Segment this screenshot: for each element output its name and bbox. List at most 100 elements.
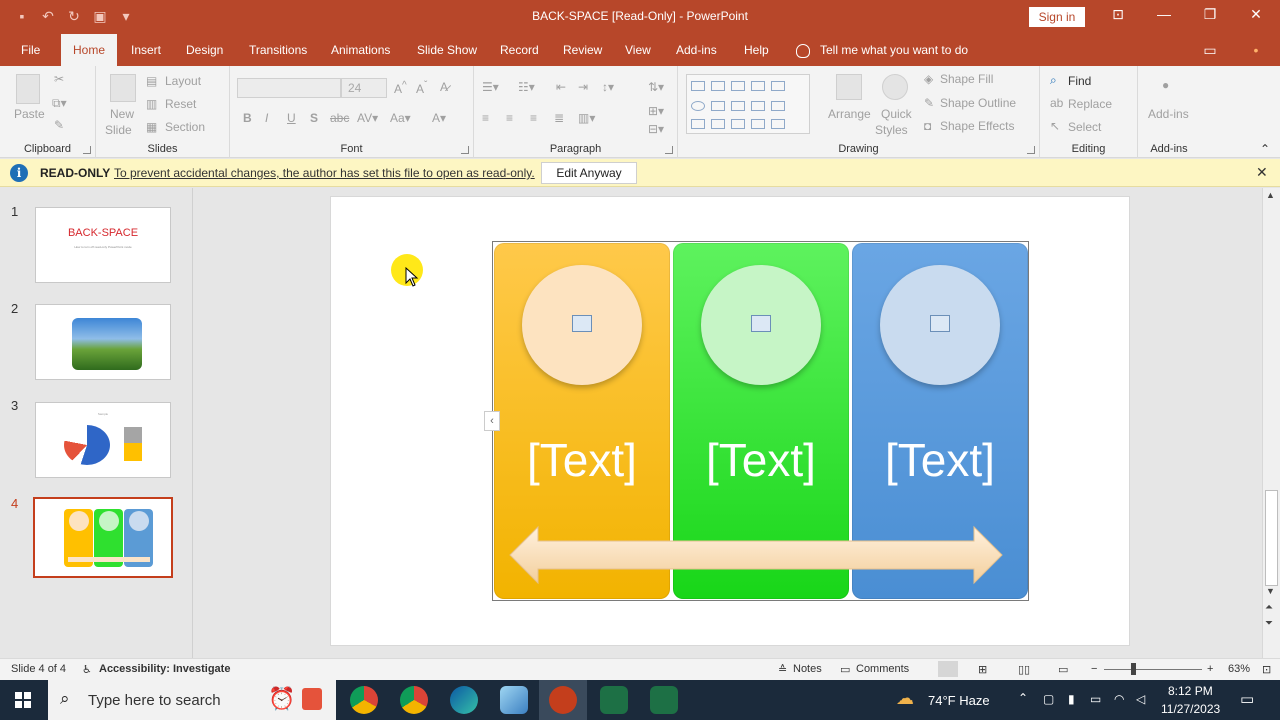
quick-styles-label[interactable]: Quick: [881, 107, 912, 121]
zoom-level[interactable]: 63%: [1228, 663, 1250, 675]
decrease-font-icon[interactable]: Aˇ: [416, 80, 427, 96]
microphone-icon[interactable]: ▮: [1068, 692, 1075, 706]
slide-sorter-icon[interactable]: ⊞: [978, 663, 987, 676]
slide-thumbnail-3[interactable]: Sample: [35, 402, 171, 478]
shape-line2-icon[interactable]: [751, 81, 765, 91]
section-icon[interactable]: ▦: [146, 120, 157, 134]
quick-styles-label-2[interactable]: Styles: [875, 123, 908, 137]
columns-icon[interactable]: ▥▾: [578, 111, 595, 125]
new-slide-icon[interactable]: [110, 74, 136, 102]
tab-add-ins[interactable]: Add-ins: [676, 34, 717, 66]
shape-freeform-icon[interactable]: [711, 119, 725, 129]
tab-animations[interactable]: Animations: [331, 34, 390, 66]
quick-styles-icon[interactable]: [882, 74, 908, 100]
find-icon[interactable]: ⌕: [1050, 73, 1057, 88]
wifi-icon[interactable]: ◠: [1114, 692, 1124, 706]
text-pane-toggle-icon[interactable]: ‹: [484, 411, 500, 431]
show-hidden-icons-icon[interactable]: ⌃: [1018, 691, 1028, 705]
align-center-icon[interactable]: ≡: [506, 111, 513, 125]
tab-file[interactable]: File: [21, 34, 40, 66]
add-ins-button[interactable]: Add-ins: [1148, 107, 1189, 121]
restore-icon[interactable]: ❐: [1198, 6, 1222, 23]
shape-outline-icon[interactable]: ✎: [924, 96, 934, 110]
comments-button[interactable]: Comments: [856, 663, 909, 675]
shape-rounded-rect-icon[interactable]: [711, 101, 725, 111]
tab-review[interactable]: Review: [563, 34, 602, 66]
edit-anyway-button[interactable]: Edit Anyway: [541, 162, 637, 184]
drawing-launcher-icon[interactable]: [1027, 146, 1035, 154]
scroll-down-icon[interactable]: ▼: [1266, 586, 1275, 596]
clipboard-launcher-icon[interactable]: [83, 146, 91, 154]
picture-placeholder-circle[interactable]: [522, 265, 642, 385]
column-text-2[interactable]: [Text]: [673, 433, 849, 487]
scroll-thumb[interactable]: [1265, 490, 1278, 586]
paste-button-label[interactable]: Paste: [14, 107, 45, 121]
shape-fill-button[interactable]: Shape Fill: [940, 72, 993, 86]
shape-textbox-icon[interactable]: [731, 81, 745, 91]
shape-fill-icon[interactable]: ◈: [924, 72, 933, 86]
paste-icon[interactable]: [16, 74, 40, 104]
cut-icon[interactable]: ✂: [54, 72, 64, 86]
tab-transitions[interactable]: Transitions: [249, 34, 307, 66]
notepad-icon[interactable]: [500, 686, 528, 714]
add-ins-icon[interactable]: ●: [1162, 78, 1169, 92]
normal-view-icon[interactable]: [938, 661, 958, 677]
align-left-icon[interactable]: ≡: [482, 111, 489, 125]
camtasia-recorder-icon[interactable]: [650, 686, 678, 714]
volume-icon[interactable]: ◁: [1136, 692, 1145, 706]
tab-view[interactable]: View: [625, 34, 651, 66]
underline-icon[interactable]: U: [287, 111, 296, 125]
notes-icon[interactable]: ≙: [778, 663, 787, 676]
section-button[interactable]: Section: [165, 120, 205, 134]
align-right-icon[interactable]: ≡: [530, 111, 537, 125]
double-arrow-shape[interactable]: [508, 525, 1006, 585]
shape-arc-icon[interactable]: [751, 119, 765, 129]
layout-button[interactable]: Layout: [165, 74, 201, 88]
shape-right-arrow-icon[interactable]: [771, 101, 785, 111]
select-button[interactable]: Select: [1068, 120, 1101, 134]
increase-font-icon[interactable]: A^: [394, 80, 407, 96]
fit-to-window-icon[interactable]: ⊡: [1262, 663, 1271, 676]
replace-button[interactable]: Replace: [1068, 97, 1112, 111]
accessibility-status[interactable]: Accessibility: Investigate: [99, 663, 230, 675]
ribbon-display-options-icon[interactable]: ⊡: [1106, 6, 1130, 23]
edge-icon[interactable]: [450, 686, 478, 714]
paragraph-launcher-icon[interactable]: [665, 146, 673, 154]
shape-outline-button[interactable]: Shape Outline: [940, 96, 1016, 110]
column-text-3[interactable]: [Text]: [852, 433, 1028, 487]
line-spacing-icon[interactable]: ↕▾: [602, 80, 614, 94]
picture-placeholder-circle[interactable]: [701, 265, 821, 385]
clock-time[interactable]: 8:12 PM: [1168, 684, 1213, 698]
shape-bracket-icon[interactable]: [771, 119, 785, 129]
font-name-box[interactable]: [237, 78, 341, 98]
replace-icon[interactable]: ab: [1050, 96, 1063, 110]
close-icon[interactable]: ✕: [1244, 6, 1268, 23]
new-slide-label[interactable]: New: [110, 107, 134, 121]
notes-button[interactable]: Notes: [793, 663, 822, 675]
tab-record[interactable]: Record: [500, 34, 539, 66]
slide-thumbnail-2[interactable]: [35, 304, 171, 380]
select-icon[interactable]: ↖: [1050, 119, 1060, 133]
justify-icon[interactable]: ≣: [554, 111, 564, 125]
zoom-slider-thumb[interactable]: [1131, 663, 1136, 675]
comments-icon[interactable]: ▭: [1198, 42, 1222, 59]
vertical-scrollbar[interactable]: ▲ ▼ ⏶ ⏷: [1262, 188, 1280, 658]
slideshow-view-icon[interactable]: ▭: [1058, 663, 1068, 676]
zoom-out-icon[interactable]: −: [1091, 663, 1097, 675]
shape-arrow-line-icon[interactable]: [771, 81, 785, 91]
font-size-box[interactable]: 24: [341, 78, 387, 98]
picture-icon[interactable]: [751, 315, 771, 332]
slide-thumbnail-1[interactable]: BACK-SPACE How to turn off read-only Pow…: [35, 207, 171, 283]
camtasia-icon[interactable]: [600, 686, 628, 714]
find-button[interactable]: Find: [1068, 74, 1091, 88]
arrange-button[interactable]: Arrange: [828, 107, 871, 121]
zoom-in-icon[interactable]: +: [1207, 663, 1213, 675]
comments-status-icon[interactable]: ▭: [840, 663, 850, 676]
gift-icon[interactable]: [302, 688, 322, 710]
align-text-icon[interactable]: ⊞▾: [648, 104, 664, 118]
text-direction-icon[interactable]: ⇅▾: [648, 80, 664, 94]
bold-icon[interactable]: B: [243, 111, 252, 125]
next-slide-icon[interactable]: ⏷: [1265, 618, 1273, 629]
tab-home[interactable]: Home: [61, 34, 118, 66]
previous-slide-icon[interactable]: ⏶: [1265, 602, 1273, 613]
